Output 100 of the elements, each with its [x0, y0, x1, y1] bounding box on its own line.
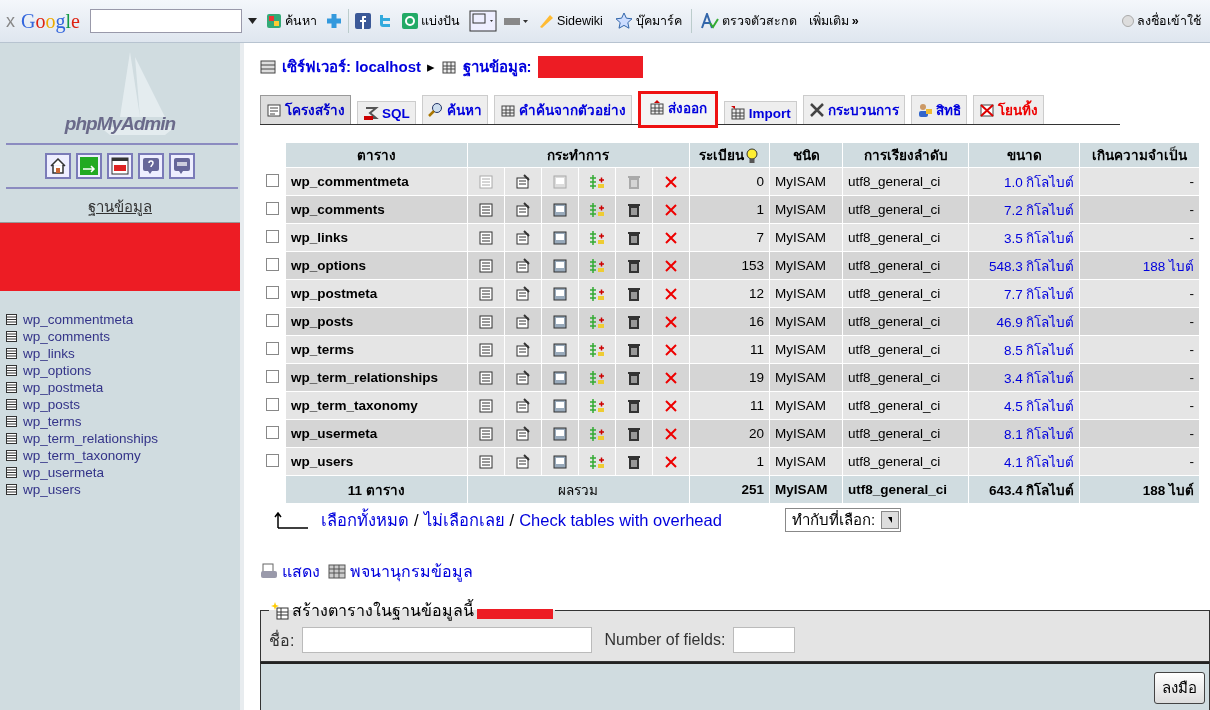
cross-icon[interactable]: [662, 173, 679, 190]
cross-icon[interactable]: [662, 229, 679, 246]
insert-row-icon[interactable]: [588, 341, 605, 358]
size-link[interactable]: 3.5 กิโลไบต์: [969, 224, 1080, 251]
trash-icon[interactable]: [625, 397, 642, 414]
query-window-button[interactable]: [107, 153, 133, 179]
table-link[interactable]: wp_term_relationships: [6, 430, 240, 447]
insert-row-icon[interactable]: [588, 173, 605, 190]
edit-icon[interactable]: [514, 285, 531, 302]
list-icon[interactable]: [477, 201, 494, 218]
size-link[interactable]: 3.4 กิโลไบต์: [969, 364, 1080, 391]
trash-icon[interactable]: [625, 313, 642, 330]
trash-icon[interactable]: [625, 257, 642, 274]
trash-icon[interactable]: [625, 285, 642, 302]
home-button[interactable]: [45, 153, 71, 179]
list-icon[interactable]: [477, 341, 494, 358]
cross-icon[interactable]: [662, 425, 679, 442]
size-link[interactable]: 4.5 กิโลไบต์: [969, 392, 1080, 419]
sidewiki-button[interactable]: Sidewiki: [534, 11, 606, 31]
popup-icon[interactable]: [468, 10, 497, 32]
table-name-cell[interactable]: wp_posts: [286, 308, 467, 335]
check-all-link[interactable]: เลือกทั้งหมด: [321, 507, 409, 533]
list-icon[interactable]: [477, 257, 494, 274]
cross-icon[interactable]: [662, 257, 679, 274]
sql-docs-button[interactable]: [169, 153, 195, 179]
window-icon[interactable]: [551, 229, 568, 246]
print-link[interactable]: แสดง: [260, 559, 320, 584]
row-checkbox[interactable]: [266, 397, 279, 411]
trash-icon[interactable]: [625, 425, 642, 442]
phpmyadmin-logo[interactable]: phpMyAdmin: [64, 113, 176, 143]
uncheck-all-link[interactable]: ไม่เลือกเลย: [423, 507, 505, 533]
table-name-cell[interactable]: wp_commentmeta: [286, 168, 467, 195]
share-button[interactable]: แบ่งปัน: [398, 9, 463, 33]
list-icon[interactable]: [477, 313, 494, 330]
trash-icon[interactable]: [625, 369, 642, 386]
row-checkbox[interactable]: [266, 229, 279, 243]
edit-icon[interactable]: [514, 173, 531, 190]
search-field[interactable]: [89, 9, 242, 33]
cross-icon[interactable]: [662, 313, 679, 330]
table-name-cell[interactable]: wp_terms: [286, 336, 467, 363]
insert-row-icon[interactable]: [588, 285, 605, 302]
edit-icon[interactable]: [514, 229, 531, 246]
row-checkbox[interactable]: [266, 285, 279, 299]
cross-icon[interactable]: [662, 341, 679, 358]
fields-count-field[interactable]: [733, 627, 796, 653]
tab[interactable]: SQL: [357, 101, 416, 124]
tab[interactable]: ค้นหา: [421, 95, 488, 124]
window-icon[interactable]: [551, 313, 568, 330]
list-icon[interactable]: [477, 397, 494, 414]
more-button[interactable]: เพิ่มเติม »: [805, 9, 862, 33]
window-icon[interactable]: [551, 425, 568, 442]
go-button[interactable]: ลงมือ: [1154, 672, 1205, 704]
size-link[interactable]: 7.2 กิโลไบต์: [969, 196, 1080, 223]
table-link[interactable]: wp_links: [6, 345, 240, 362]
size-link[interactable]: 4.1 กิโลไบต์: [969, 448, 1080, 475]
size-link[interactable]: 8.1 กิโลไบต์: [969, 420, 1080, 447]
database-link[interactable]: ฐานข้อมูล:: [462, 55, 532, 79]
size-link[interactable]: 1.0 กิโลไบต์: [969, 168, 1080, 195]
search-button[interactable]: ค้นหา: [262, 9, 320, 33]
row-checkbox[interactable]: [266, 425, 279, 439]
caret-icon[interactable]: [247, 18, 257, 24]
server-link[interactable]: เซิร์ฟเวอร์: localhost: [282, 55, 421, 79]
table-link[interactable]: wp_terms: [6, 413, 240, 430]
facebook-icon[interactable]: [354, 13, 371, 29]
table-link[interactable]: wp_commentmeta: [6, 311, 240, 328]
edit-icon[interactable]: [514, 369, 531, 386]
trash-icon[interactable]: [625, 201, 642, 218]
table-link[interactable]: wp_options: [6, 362, 240, 379]
row-checkbox[interactable]: [266, 453, 279, 467]
window-icon[interactable]: [551, 257, 568, 274]
size-link[interactable]: 46.9 กิโลไบต์: [969, 308, 1080, 335]
insert-row-icon[interactable]: [588, 201, 605, 218]
tab[interactable]: กระบวนการ: [802, 95, 905, 124]
table-name-cell[interactable]: wp_users: [286, 448, 467, 475]
list-icon[interactable]: [477, 453, 494, 470]
name-field[interactable]: [302, 627, 593, 653]
edit-icon[interactable]: [514, 453, 531, 470]
window-icon[interactable]: [551, 397, 568, 414]
trash-icon[interactable]: [625, 341, 642, 358]
insert-row-icon[interactable]: [588, 397, 605, 414]
table-name-cell[interactable]: wp_term_taxonomy: [286, 392, 467, 419]
size-link[interactable]: 548.3 กิโลไบต์: [969, 252, 1080, 279]
edit-icon[interactable]: [514, 397, 531, 414]
table-name-cell[interactable]: wp_usermeta: [286, 420, 467, 447]
size-link[interactable]: 8.5 กิโลไบต์: [969, 336, 1080, 363]
edit-icon[interactable]: [514, 313, 531, 330]
tab[interactable]: ส่งออก: [637, 91, 718, 128]
spellcheck-button[interactable]: ตรวจตัวสะกด: [697, 9, 800, 33]
insert-row-icon[interactable]: [588, 369, 605, 386]
insert-row-icon[interactable]: [588, 257, 605, 274]
row-checkbox[interactable]: [266, 173, 279, 187]
insert-row-icon[interactable]: [588, 425, 605, 442]
sign-in-button[interactable]: ลงชื่อเข้าใช้: [1119, 9, 1204, 33]
cross-icon[interactable]: [662, 453, 679, 470]
window-icon[interactable]: [551, 341, 568, 358]
cross-icon[interactable]: [662, 201, 679, 218]
list-icon[interactable]: [477, 229, 494, 246]
window-icon[interactable]: [551, 285, 568, 302]
table-link[interactable]: wp_usermeta: [6, 464, 240, 481]
window-icon[interactable]: [551, 453, 568, 470]
